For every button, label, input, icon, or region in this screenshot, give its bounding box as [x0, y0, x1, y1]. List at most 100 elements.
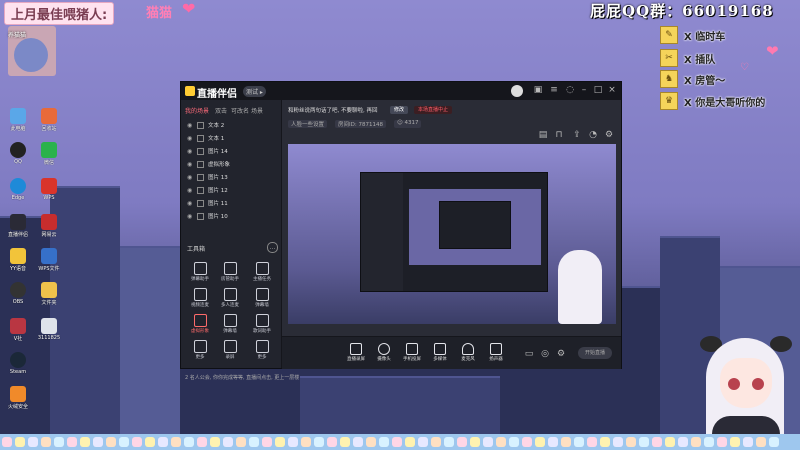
- desktop-icon-steam[interactable]: Steam: [3, 352, 33, 375]
- desktop-icon-music[interactable]: 网易云: [34, 214, 64, 238]
- media-button[interactable]: 多媒体: [426, 343, 454, 362]
- desktop-icon-obs[interactable]: OBS: [3, 282, 33, 305]
- eye-icon[interactable]: ◉: [187, 187, 193, 194]
- tool-room-admin[interactable]: 房管助手: [215, 262, 245, 282]
- bell-icon[interactable]: ◔: [588, 130, 598, 140]
- tool-more-2[interactable]: 更多: [247, 340, 277, 360]
- edit-announcement-button[interactable]: 修改: [390, 106, 409, 114]
- source-item[interactable]: ◉ 图片 14: [187, 146, 277, 156]
- screen-record-button[interactable]: 直播录屏: [342, 343, 370, 362]
- lock-icon[interactable]: [197, 212, 204, 220]
- source-item[interactable]: ◉ 图片 10: [187, 211, 277, 221]
- close-icon[interactable]: ×: [607, 85, 617, 95]
- eye-icon[interactable]: ◉: [187, 200, 193, 207]
- sticker-icon: [586, 437, 597, 447]
- desktop-icon-edge[interactable]: Edge: [3, 178, 33, 201]
- camera-button[interactable]: 摄像头: [370, 343, 398, 362]
- start-live-button[interactable]: 开始直播: [578, 347, 612, 359]
- message-icon[interactable]: ▣: [533, 85, 543, 95]
- lock-icon[interactable]: [197, 121, 204, 129]
- tool-tasks[interactable]: 主播任务: [247, 262, 277, 282]
- tool-virtual-avatar[interactable]: 虚拟形象: [185, 314, 215, 334]
- source-item[interactable]: ◉ 图片 12: [187, 185, 277, 195]
- sticker-icon: [131, 437, 142, 447]
- lock-icon[interactable]: [197, 173, 204, 181]
- tool-record[interactable]: 录屏: [215, 340, 245, 360]
- lock-icon[interactable]: [197, 186, 204, 194]
- minimize-icon[interactable]: –: [579, 85, 589, 95]
- gift-icon[interactable]: ▤: [538, 130, 548, 140]
- tab-scene[interactable]: 场景: [251, 106, 263, 115]
- microphone-button[interactable]: 麦克风: [454, 343, 482, 362]
- video-icon[interactable]: ▭: [524, 349, 534, 359]
- tool-multi-link[interactable]: 多人连麦: [215, 288, 245, 308]
- desktop-icon-folder[interactable]: 文件夹: [34, 282, 64, 306]
- menu-icon[interactable]: ≡: [549, 85, 559, 95]
- help-icon[interactable]: ◌: [565, 85, 575, 95]
- tab-my-scene[interactable]: 我的场景: [185, 106, 209, 115]
- sticker-icon: [14, 437, 25, 447]
- desktop-icon-live[interactable]: 直播伴侣: [3, 214, 33, 238]
- tool-danmaku-wall[interactable]: 弹幕墙: [247, 288, 277, 308]
- eye-icon[interactable]: ◉: [187, 122, 193, 129]
- stream-preview[interactable]: [288, 144, 616, 324]
- desktop-icon-wps-file[interactable]: WPS文件: [34, 248, 64, 272]
- source-item[interactable]: ◉ 文本 1: [187, 133, 277, 143]
- heart-icon: ♡: [740, 62, 749, 73]
- desktop-icon-wechat[interactable]: 微信: [34, 142, 64, 166]
- window-titlebar[interactable]: 直播伴侣 测试 ▸ ▣ ≡ ◌ – □ ×: [181, 82, 621, 100]
- desktop-icon-v[interactable]: V社: [3, 318, 33, 342]
- bottom-controls: 直播录屏 摄像头 手机投屏 多媒体 麦克风 扬声器 ▭ ◎ ⚙ 开始直播: [282, 336, 621, 369]
- desktop-icon-recycle[interactable]: 回收站: [34, 108, 64, 132]
- desktop-icon-qq[interactable]: QQ: [3, 142, 33, 165]
- eye-icon[interactable]: ◉: [187, 148, 193, 155]
- desktop-icon-wps[interactable]: WPS: [34, 178, 64, 201]
- avatar[interactable]: [511, 85, 523, 97]
- notice-item: ♛ X 你是大哥听你的: [660, 92, 765, 110]
- source-item[interactable]: ◉ 文本 2: [187, 120, 277, 130]
- desktop-icon-file[interactable]: 3111825: [34, 318, 64, 341]
- settings-icon[interactable]: ⚙: [556, 349, 566, 359]
- eye-icon[interactable]: ◉: [187, 161, 193, 168]
- desktop-icon-yy[interactable]: YY语音: [3, 248, 33, 272]
- tool-more[interactable]: 更多: [185, 340, 215, 360]
- tab-double-click[interactable]: 双击: [215, 106, 227, 115]
- camera-icon: [378, 343, 390, 355]
- share-icon[interactable]: ⇪: [572, 130, 582, 140]
- lock-icon[interactable]: [197, 199, 204, 207]
- source-item[interactable]: ◉ 虚拟形象: [187, 159, 277, 169]
- speaker-button[interactable]: 扬声器: [482, 343, 510, 362]
- sticker-icon: [495, 437, 506, 447]
- sticker-icon: [92, 437, 103, 447]
- wall-icon: [255, 288, 269, 301]
- phone-cast-button[interactable]: 手机投屏: [398, 343, 426, 362]
- lock-icon[interactable]: [197, 134, 204, 142]
- lock-icon[interactable]: ⊓: [554, 130, 564, 140]
- sticker-icon: [235, 437, 246, 447]
- tool-wall[interactable]: 弹幕墙: [215, 314, 245, 334]
- desktop-icon-security[interactable]: 火绒安全: [3, 386, 33, 410]
- tab-renameable[interactable]: 可改名: [231, 106, 249, 115]
- source-item[interactable]: ◉ 图片 13: [187, 172, 277, 182]
- room-setting[interactable]: 人脸一些设置: [288, 120, 328, 128]
- desktop-icon-computer[interactable]: 此电脑: [3, 108, 33, 132]
- tool-lyrics[interactable]: 歌词助手: [247, 314, 277, 334]
- live-status-badge: 本场直播中止: [414, 106, 453, 114]
- link-icon[interactable]: ◎: [540, 349, 550, 359]
- tool-danmaku[interactable]: 弹幕助手: [185, 262, 215, 282]
- sticker-icon: [248, 437, 259, 447]
- app-logo-icon: [185, 86, 195, 96]
- settings-icon[interactable]: ⚙: [604, 130, 614, 140]
- speaker-icon: [490, 343, 502, 355]
- eye-icon[interactable]: ◉: [187, 174, 193, 181]
- eye-icon[interactable]: ◉: [187, 135, 193, 142]
- lock-icon[interactable]: [197, 147, 204, 155]
- source-item[interactable]: ◉ 图片 11: [187, 198, 277, 208]
- more-icon[interactable]: …: [267, 242, 278, 253]
- version-badge[interactable]: 测试 ▸: [243, 86, 266, 97]
- tool-video-link[interactable]: 视频连麦: [185, 288, 215, 308]
- live-companion-window[interactable]: 直播伴侣 测试 ▸ ▣ ≡ ◌ – □ × 我的场景 双击 可改名 场景 ◉ 文本…: [180, 81, 622, 381]
- maximize-icon[interactable]: □: [593, 85, 603, 95]
- lock-icon[interactable]: [197, 160, 204, 168]
- eye-icon[interactable]: ◉: [187, 213, 193, 220]
